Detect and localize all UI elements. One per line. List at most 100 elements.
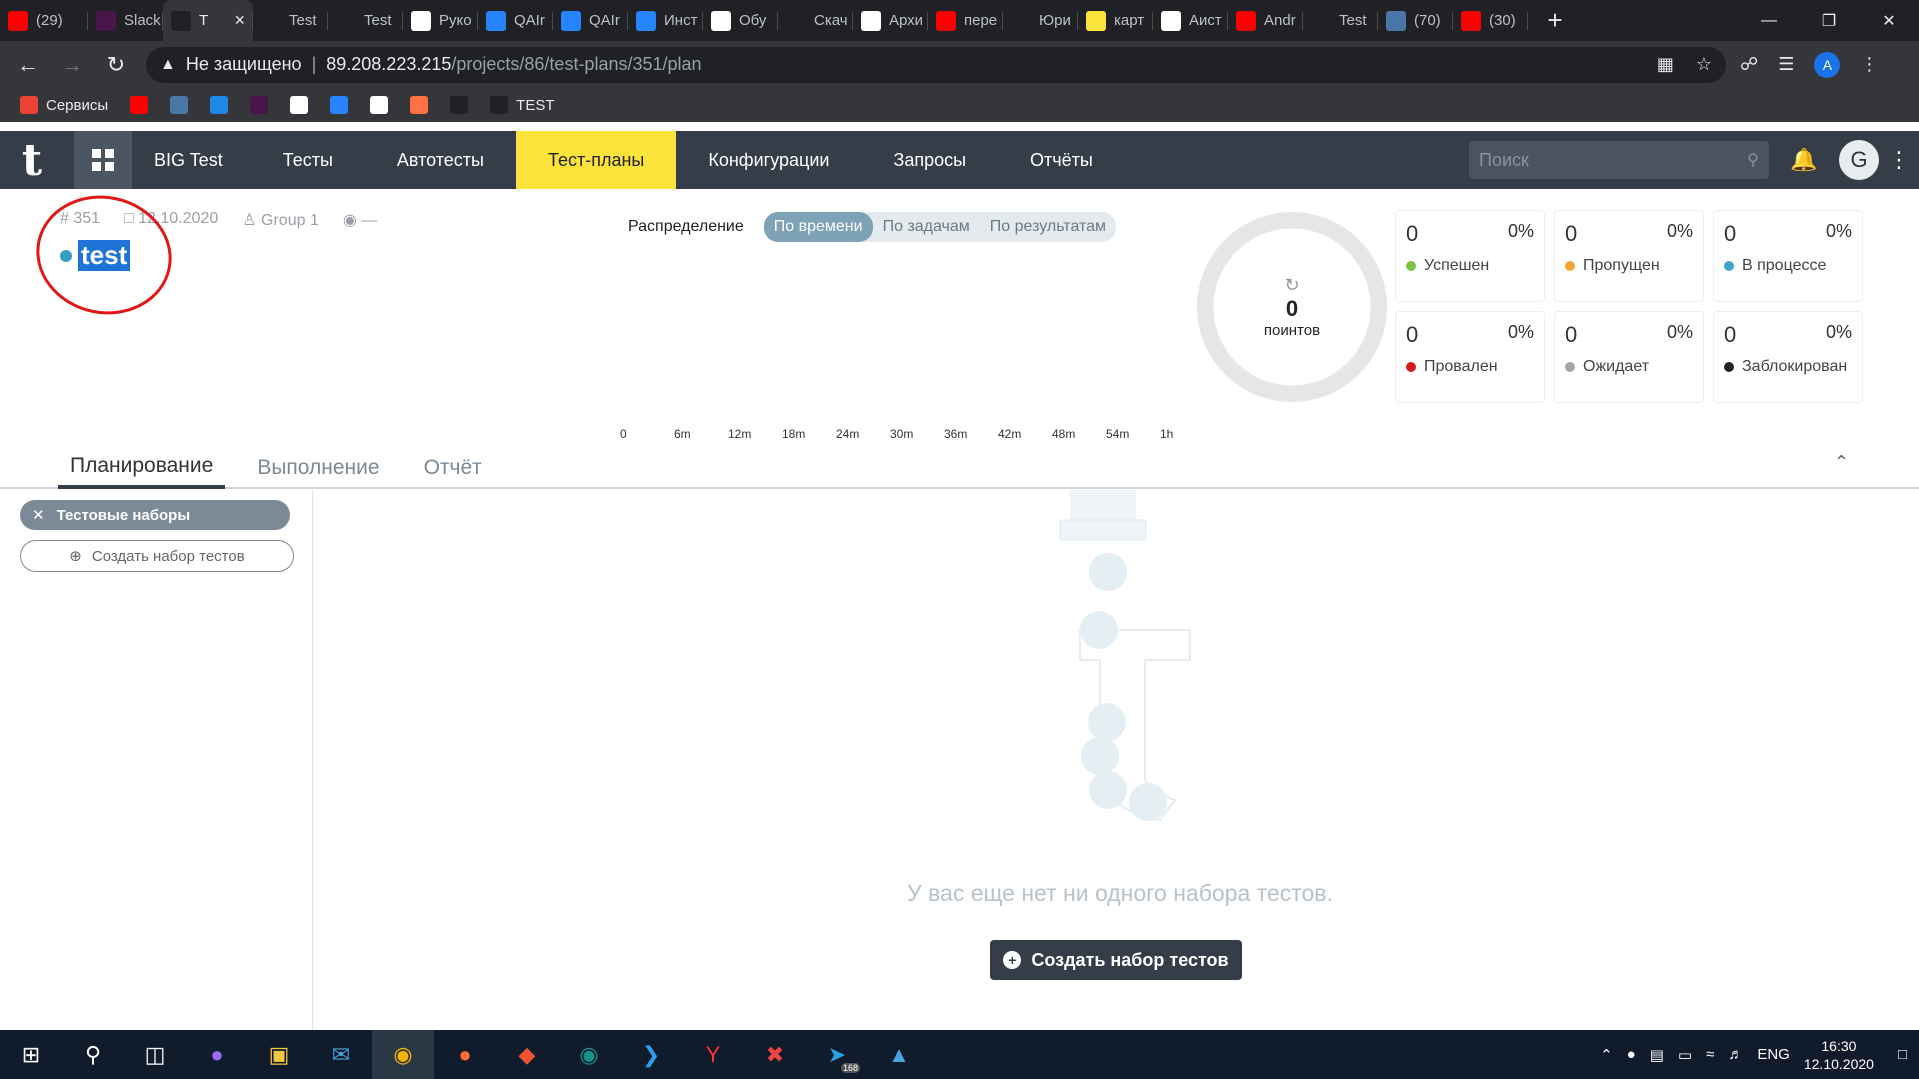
taskbar-search-icon[interactable]: ⚲ <box>62 1030 124 1079</box>
distribution-option[interactable]: По задачам <box>873 212 980 242</box>
browser-tab[interactable]: Аист <box>1153 0 1228 41</box>
notification-center-icon[interactable]: □ <box>1898 1046 1907 1063</box>
browser-tab[interactable]: карт <box>1078 0 1153 41</box>
reload-icon[interactable]: ↻ <box>94 43 138 87</box>
chrome-icon[interactable]: ◉ <box>372 1030 434 1079</box>
battery-icon[interactable]: ▭ <box>1678 1046 1692 1064</box>
minimize-icon[interactable]: — <box>1739 0 1799 41</box>
tray-chevron-icon[interactable]: ⌃ <box>1600 1046 1613 1064</box>
browser-tab[interactable]: Руко <box>403 0 478 41</box>
network-status-icon[interactable]: ▤ <box>1650 1046 1664 1064</box>
vscode-icon[interactable]: ❯ <box>620 1030 682 1079</box>
mail-icon[interactable]: ✉ <box>310 1030 372 1079</box>
nav-item[interactable]: Тест-планы <box>515 131 677 189</box>
forward-icon[interactable]: → <box>50 43 94 87</box>
browser-tab[interactable]: (29) <box>0 0 88 41</box>
postman-icon[interactable]: ● <box>434 1030 496 1079</box>
profile-avatar[interactable]: A <box>1814 51 1841 78</box>
yandex-browser-icon[interactable]: Y <box>682 1030 744 1079</box>
search-input[interactable]: Поиск ⚲ <box>1469 141 1769 179</box>
bookmark-item[interactable] <box>250 96 269 114</box>
browser-tab[interactable]: Test <box>253 0 328 41</box>
gitkraken-icon[interactable]: ◉ <box>558 1030 620 1079</box>
browser-tab[interactable]: Test <box>328 0 403 41</box>
filter-chip-label: Тестовые наборы <box>56 506 191 524</box>
bookmark-item[interactable] <box>450 96 469 114</box>
filter-chip[interactable]: ✕ Тестовые наборы <box>20 500 290 530</box>
testit-logo[interactable]: t <box>0 131 64 189</box>
nav-item[interactable]: Тесты <box>251 131 365 189</box>
browser-tab[interactable]: QAIr <box>478 0 553 41</box>
nav-item[interactable]: Автотесты <box>365 131 516 189</box>
page-tab[interactable]: Отчёт <box>412 447 494 489</box>
new-tab-button[interactable]: + <box>1540 5 1570 36</box>
refresh-icon[interactable]: ↻ <box>1284 275 1299 296</box>
bookmark-item[interactable] <box>370 96 389 114</box>
bookmark-item[interactable]: Сервисы <box>20 96 108 114</box>
browser-tab[interactable]: Обу <box>703 0 778 41</box>
page-tab[interactable]: Выполнение <box>245 447 391 489</box>
close-window-icon[interactable]: ✕ <box>1859 0 1919 41</box>
browser-tab[interactable]: Инст <box>628 0 703 41</box>
restore-icon[interactable]: ❐ <box>1799 0 1859 41</box>
create-suite-button-sidebar[interactable]: ⊕ Создать набор тестов <box>20 540 294 572</box>
photos-icon[interactable]: ▲ <box>868 1030 930 1079</box>
task-view-icon[interactable]: ◫ <box>124 1030 186 1079</box>
nav-item[interactable]: Отчёты <box>998 131 1125 189</box>
bookmark-star-icon[interactable]: ☆ <box>1696 54 1712 75</box>
bookmark-item[interactable] <box>290 96 309 114</box>
browser-tab[interactable]: QAIr <box>553 0 628 41</box>
plan-group-wrap: ♙ Group 1 <box>242 210 319 230</box>
alice-icon[interactable]: ● <box>186 1030 248 1079</box>
translate-icon[interactable]: ▦ <box>1657 54 1674 75</box>
project-name[interactable]: BIG Test <box>132 131 251 189</box>
browser-tab[interactable]: Юри <box>1003 0 1078 41</box>
tab-close-icon[interactable]: × <box>234 10 245 31</box>
browser-tab[interactable]: (30) <box>1453 0 1528 41</box>
distribution-option[interactable]: По времени <box>763 212 873 242</box>
bookmark-item[interactable] <box>210 96 229 114</box>
browser-tab[interactable]: Архи <box>853 0 928 41</box>
wifi-icon[interactable]: ≈ <box>1706 1046 1714 1063</box>
xmind-icon[interactable]: ✖ <box>744 1030 806 1079</box>
notifications-bell-icon[interactable]: 🔔 <box>1769 147 1839 173</box>
page-tab[interactable]: Планирование <box>58 447 226 489</box>
testit-icon <box>1311 10 1331 31</box>
close-icon[interactable]: ✕ <box>32 506 45 524</box>
extensions-icon[interactable]: ☍ <box>1740 54 1758 75</box>
volume-icon[interactable]: ♬ <box>1728 1046 1743 1063</box>
bookmark-item[interactable] <box>410 96 429 114</box>
browser-menu-icon[interactable]: ⋮ <box>1860 54 1878 75</box>
bookmark-item[interactable]: TEST <box>490 96 555 114</box>
file-explorer-icon[interactable]: ▣ <box>248 1030 310 1079</box>
browser-tab[interactable]: Test <box>1303 0 1378 41</box>
empty-illustration <box>1059 490 1191 822</box>
status-color-dot <box>1565 362 1575 372</box>
create-suite-button[interactable]: + Создать набор тестов <box>990 940 1242 980</box>
browser-tab[interactable]: T × <box>163 0 253 41</box>
distribution-option[interactable]: По результатам <box>980 212 1116 242</box>
language-indicator[interactable]: ENG <box>1757 1046 1790 1063</box>
windows-start-icon[interactable]: ⊞ <box>0 1030 62 1079</box>
browser-tab[interactable]: пере <box>928 0 1003 41</box>
git-icon[interactable]: ◆ <box>496 1030 558 1079</box>
bookmark-item[interactable] <box>130 96 149 114</box>
user-avatar[interactable]: G <box>1839 140 1879 180</box>
browser-tab[interactable]: Andr <box>1228 0 1303 41</box>
telegram-icon[interactable]: ➤ 168 <box>806 1030 868 1079</box>
browser-tab[interactable]: (70) <box>1378 0 1453 41</box>
browser-tab[interactable]: Скач <box>778 0 853 41</box>
more-menu-icon[interactable]: ⋮ <box>1879 147 1919 173</box>
apps-grid-icon[interactable] <box>74 131 132 189</box>
media-control-icon[interactable]: ☰ <box>1778 54 1794 75</box>
bookmark-item[interactable] <box>170 96 189 114</box>
collapse-chevron-icon[interactable]: ⌃ <box>1834 452 1849 473</box>
bookmark-item[interactable] <box>330 96 349 114</box>
back-icon[interactable]: ← <box>6 43 50 87</box>
nav-item[interactable]: Конфигурации <box>676 131 861 189</box>
clock[interactable]: 16:30 12.10.2020 <box>1804 1037 1874 1073</box>
microphone-icon[interactable]: ● <box>1627 1046 1636 1063</box>
address-bar[interactable]: ▲ Не защищено | 89.208.223.215 /projects… <box>146 46 1726 83</box>
browser-tab[interactable]: Slack <box>88 0 163 41</box>
nav-item[interactable]: Запросы <box>861 131 998 189</box>
